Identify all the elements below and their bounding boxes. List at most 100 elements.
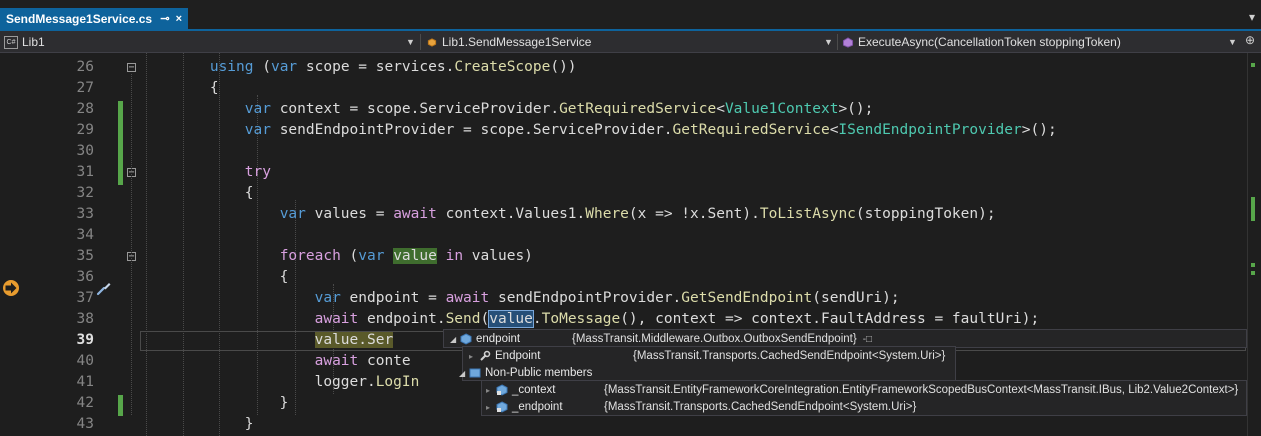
code-token: { <box>140 269 289 285</box>
code-token: var <box>279 206 306 222</box>
collapsed-triangle-icon[interactable]: ▸ <box>469 352 479 361</box>
breakpoint-current-statement-icon[interactable] <box>2 279 20 297</box>
expand-triangle-icon[interactable]: ◢ <box>459 369 469 378</box>
datatip-row-endpoint[interactable]: ▸ Endpoint {MassTransit.Transports.Cache… <box>469 347 945 365</box>
code-token: LogIn <box>375 374 420 390</box>
navbar-divider <box>420 34 421 50</box>
project-dropdown[interactable]: C# Lib1 ▼ <box>4 33 415 51</box>
datatip-variable-value: {MassTransit.Middleware.Outbox.OutboxSen… <box>572 333 857 345</box>
datatip-row-context[interactable]: ▸ _context {MassTransit.EntityFrameworkC… <box>486 381 1238 399</box>
csharp-project-icon: C# <box>4 35 18 49</box>
tab-overflow-dropdown-icon[interactable]: ▾ <box>1249 10 1255 24</box>
code-token: { <box>140 80 219 96</box>
quick-action-screwdriver-icon[interactable] <box>95 279 113 297</box>
code-line[interactable]: 37 var endpoint = await sendEndpointProv… <box>0 288 1245 309</box>
code-token: context.Values1. <box>436 206 586 222</box>
datatip-row-value: {MassTransit.Transports.CachedSendEndpoi… <box>633 350 946 362</box>
code-token: GetRequiredService <box>672 122 830 138</box>
code-token: await <box>314 353 359 369</box>
navbar-divider <box>837 34 838 50</box>
datatip-row-endpoint-field[interactable]: ▸ _endpoint {MassTransit.Transports.Cach… <box>486 398 916 416</box>
code-text: try <box>140 162 271 183</box>
code-token: (stoppingToken); <box>855 206 996 222</box>
chevron-down-icon: ▼ <box>1228 37 1237 47</box>
code-token: var <box>244 122 271 138</box>
datatip-children: ▸ Endpoint {MassTransit.Transports.Cache… <box>459 346 956 381</box>
code-text: await endpoint.Send(value.ToMessage(), c… <box>140 309 1039 330</box>
members-group-icon <box>469 368 481 378</box>
line-number: 28 <box>76 101 94 117</box>
code-token: scope = services. <box>297 59 455 75</box>
code-token: await <box>314 311 359 327</box>
line-number: 35 <box>76 248 94 264</box>
datatip-row-name: _endpoint <box>512 401 563 413</box>
private-field-icon <box>496 401 508 413</box>
code-text: logger.LogIn <box>140 372 420 393</box>
code-token: ( <box>253 59 271 75</box>
code-line[interactable]: 36 { <box>0 267 1245 288</box>
scroll-change-mark <box>1251 263 1255 267</box>
class-icon <box>427 37 437 47</box>
code-line[interactable]: 38 await endpoint.Send(value.ToMessage()… <box>0 309 1245 330</box>
code-text: } <box>140 414 254 435</box>
code-token: context = scope.ServiceProvider. <box>270 101 560 117</box>
pin-tab-icon[interactable]: ⊸ <box>160 12 169 25</box>
code-text: await conte <box>140 351 411 372</box>
collapsed-triangle-icon[interactable]: ▸ <box>486 386 496 395</box>
code-line[interactable]: 26 using (var scope = services.CreateSco… <box>0 57 1245 78</box>
line-number: 32 <box>76 185 94 201</box>
scroll-change-mark <box>1251 271 1255 275</box>
close-tab-icon[interactable]: × <box>176 13 182 25</box>
document-tab[interactable]: SendMessage1Service.cs ⊸ × <box>0 8 188 29</box>
code-token: var <box>244 101 271 117</box>
document-tab-strip: SendMessage1Service.cs ⊸ × ▾ <box>0 0 1261 31</box>
datatip-row-value: {MassTransit.EntityFrameworkCoreIntegrat… <box>604 384 1239 396</box>
class-dropdown[interactable]: Lib1.SendMessage1Service ▼ <box>426 33 833 51</box>
code-text: var endpoint = await sendEndpointProvide… <box>140 288 900 309</box>
line-number: 38 <box>76 311 94 327</box>
wrench-property-icon <box>480 350 491 361</box>
code-line[interactable]: 34 <box>0 225 1245 246</box>
split-editor-icon[interactable]: ⊕ <box>1245 33 1255 47</box>
line-number: 39 <box>76 332 94 348</box>
code-line[interactable]: 30 <box>0 141 1245 162</box>
code-token: endpoint. <box>358 311 446 327</box>
member-dropdown-label: ExecuteAsync(CancellationToken stoppingT… <box>858 35 1121 49</box>
code-line[interactable]: 33 var values = await context.Values1.Wh… <box>0 204 1245 225</box>
datatip-row-name: _context <box>512 384 556 396</box>
scroll-change-mark <box>1251 197 1255 221</box>
datatip-row-name: Endpoint <box>495 350 541 362</box>
code-text: var context = scope.ServiceProvider.GetR… <box>140 99 874 120</box>
code-token: var <box>314 290 341 306</box>
line-number: 31 <box>76 164 94 180</box>
code-line[interactable]: 43 } <box>0 414 1245 435</box>
code-token: (), context => context.FaultAddress = fa… <box>620 311 1040 327</box>
code-line[interactable]: 32 { <box>0 183 1245 204</box>
code-token: values) <box>463 248 533 264</box>
vertical-scrollbar[interactable] <box>1247 53 1261 436</box>
code-line[interactable]: 29 var sendEndpointProvider = scope.Serv… <box>0 120 1245 141</box>
code-token: endpoint = <box>340 290 446 306</box>
member-dropdown[interactable]: ExecuteAsync(CancellationToken stoppingT… <box>842 33 1237 51</box>
navigation-bar: C# Lib1 ▼ Lib1.SendMessage1Service ▼ Exe… <box>0 31 1261 53</box>
expand-triangle-icon[interactable]: ◢ <box>450 335 460 344</box>
code-text: var sendEndpointProvider = scope.Service… <box>140 120 1057 141</box>
datatip-row-value: {MassTransit.Transports.CachedSendEndpoi… <box>604 401 917 413</box>
pin-datatip-icon[interactable]: -□ <box>863 334 872 345</box>
code-line[interactable]: 27 { <box>0 78 1245 99</box>
code-text: using (var scope = services.CreateScope(… <box>140 57 577 78</box>
collapsed-triangle-icon[interactable]: ▸ <box>486 403 496 412</box>
code-token: ()) <box>550 59 577 75</box>
code-line[interactable]: 28 var context = scope.ServiceProvider.G… <box>0 99 1245 120</box>
code-token: } <box>140 395 289 411</box>
code-token: sendEndpointProvider = scope.ServiceProv… <box>270 122 673 138</box>
code-token: ( <box>480 311 490 327</box>
code-line[interactable]: 31 try <box>0 162 1245 183</box>
code-line[interactable]: 35 foreach (var value in values) <box>0 246 1245 267</box>
code-token: (sendUri); <box>812 290 900 306</box>
